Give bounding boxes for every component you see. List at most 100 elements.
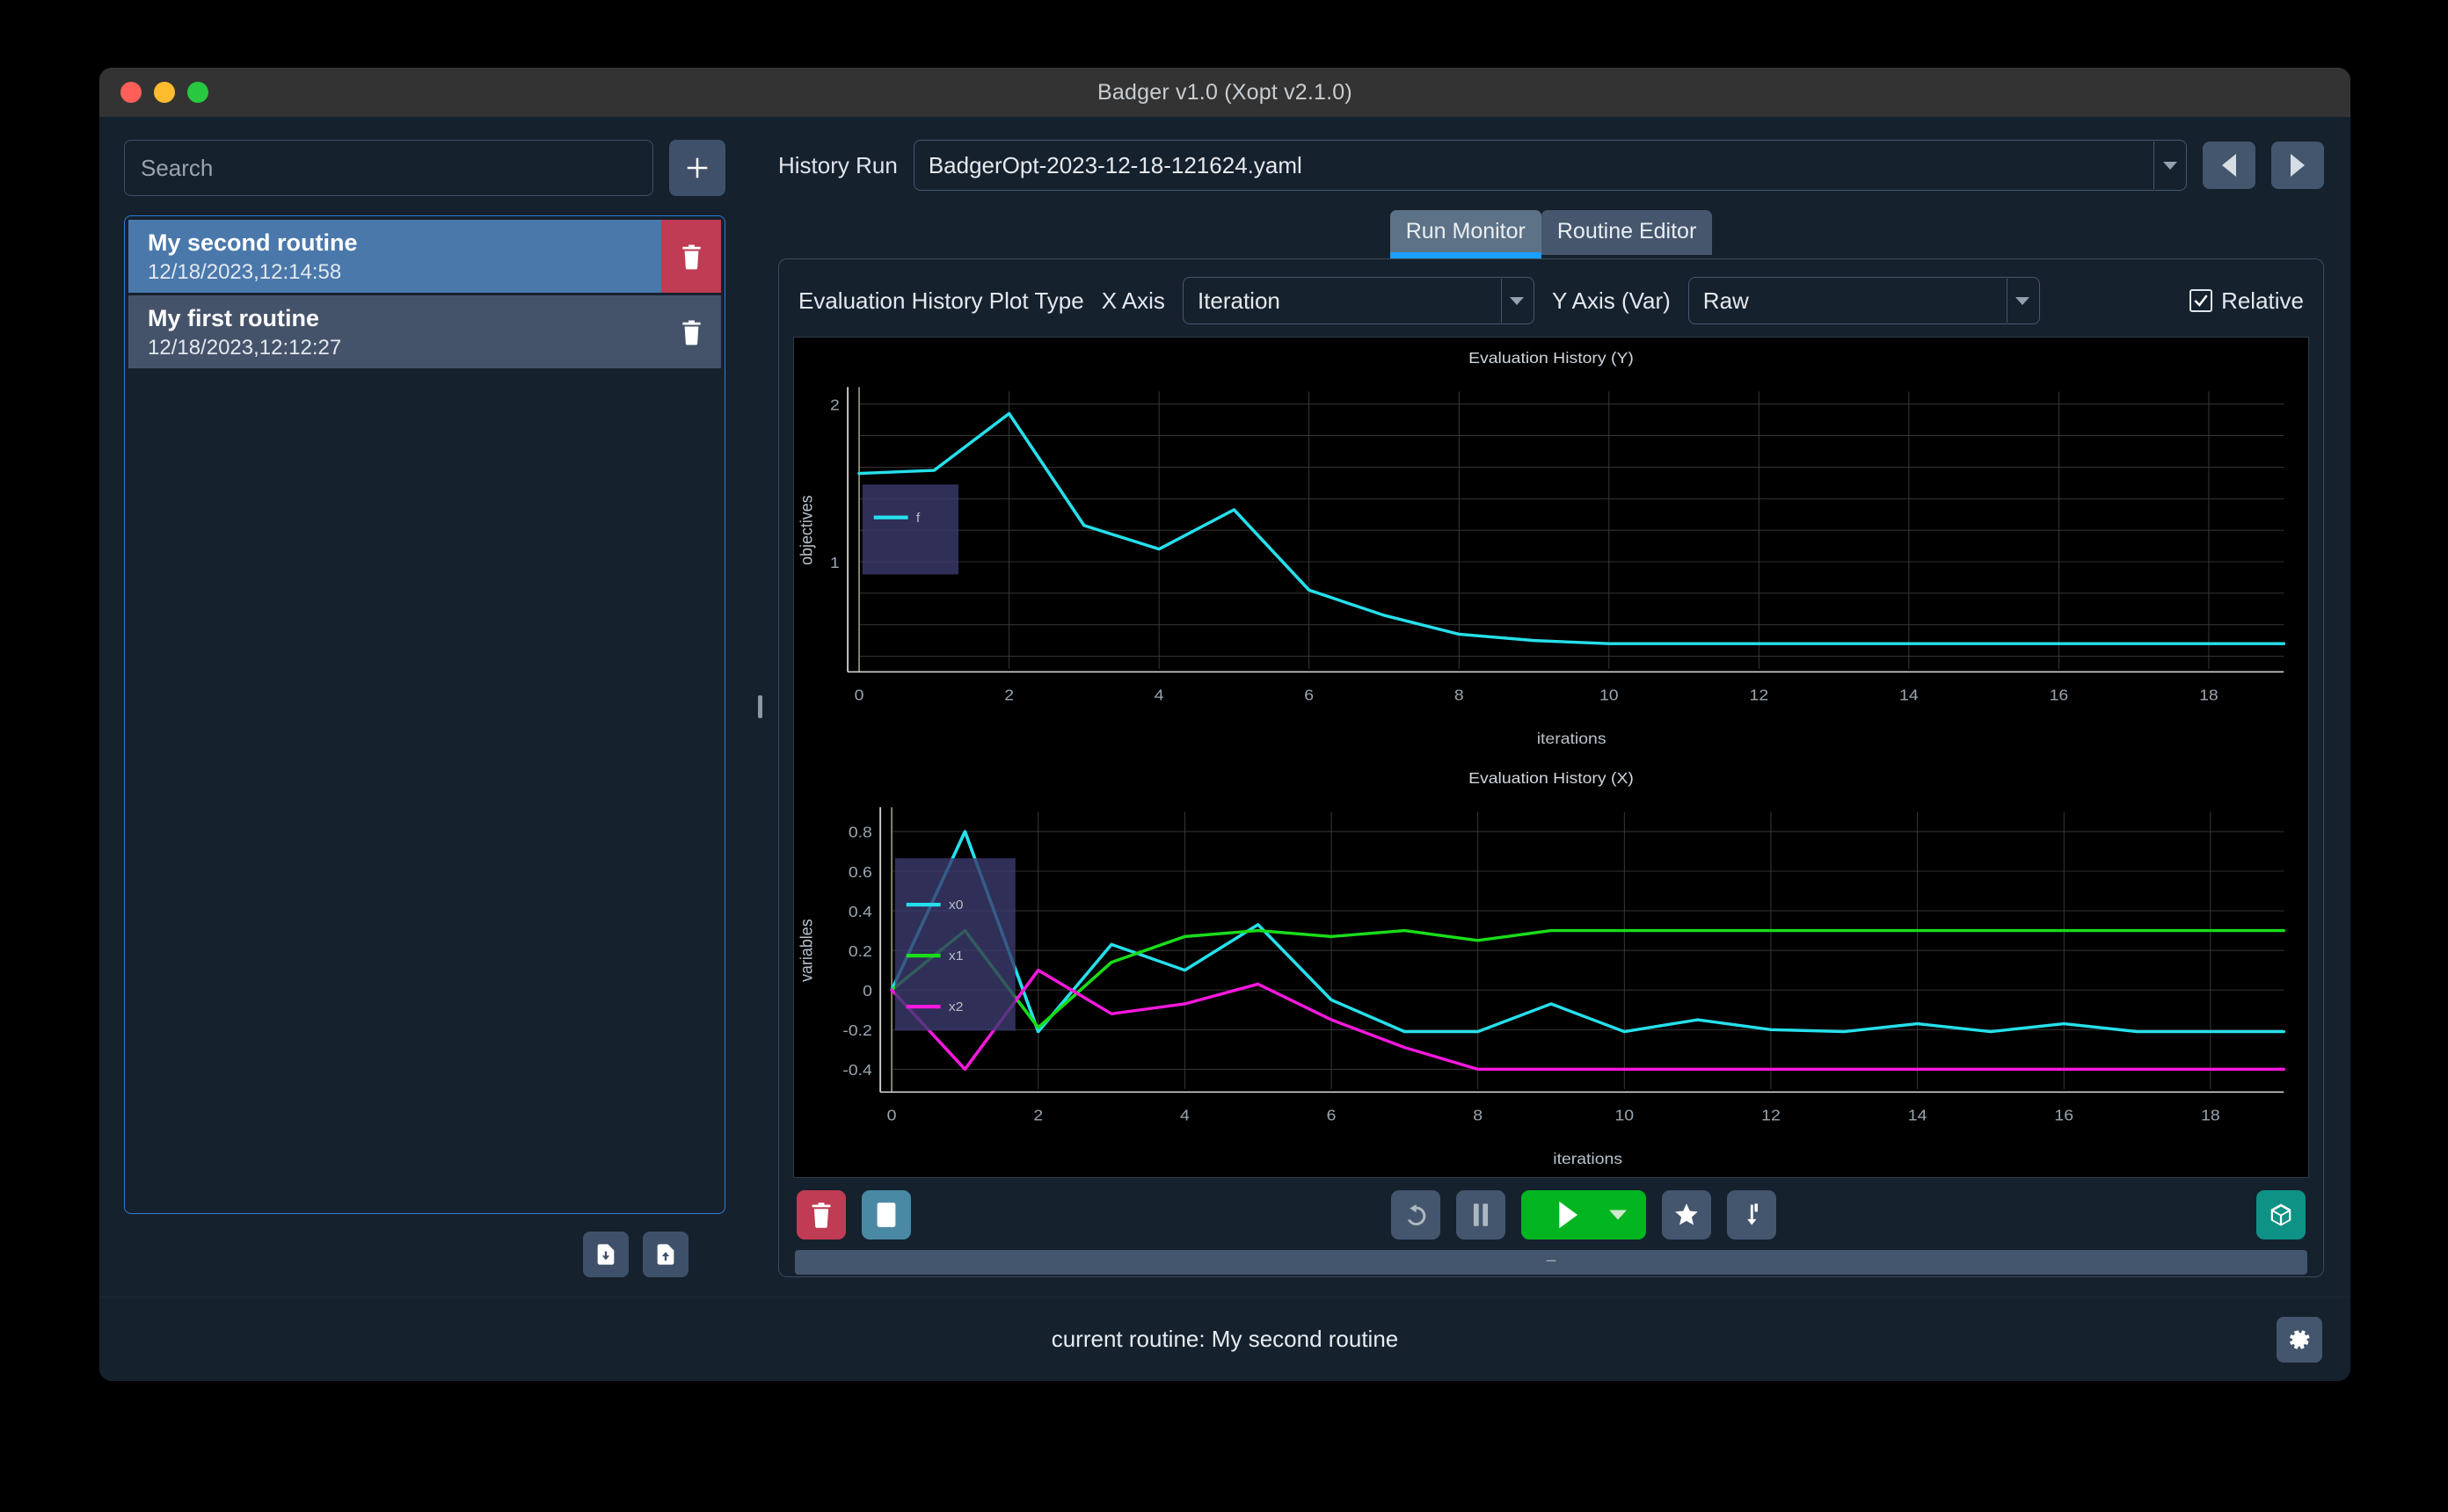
search-row	[124, 140, 725, 196]
history-run-select[interactable]: BadgerOpt-2023-12-18-121624.yaml	[913, 140, 2187, 191]
svg-text:8: 8	[1454, 686, 1464, 703]
trash-icon	[681, 320, 701, 345]
svg-text:2: 2	[1033, 1106, 1043, 1123]
delete-routine-button[interactable]	[661, 295, 721, 368]
plus-icon	[687, 157, 708, 178]
export-routine-button[interactable]	[643, 1232, 688, 1277]
svg-text:6: 6	[1327, 1106, 1337, 1123]
routine-list[interactable]: My second routine 12/18/2023,12:14:58 My…	[124, 215, 725, 1214]
y-axis-label: Y Axis (Var)	[1551, 287, 1671, 314]
svg-text:x0: x0	[949, 898, 964, 912]
routine-list-item[interactable]: My second routine 12/18/2023,12:14:58	[128, 220, 721, 293]
chevron-down-icon[interactable]	[1500, 279, 1533, 323]
settings-button[interactable]	[2277, 1316, 2322, 1363]
svg-text:-0.4: -0.4	[842, 1060, 871, 1078]
svg-text:x2: x2	[949, 1000, 964, 1014]
relative-label: Relative	[2221, 287, 2304, 314]
svg-text:x1: x1	[949, 949, 964, 963]
jump-to-optimum-button[interactable]	[1727, 1190, 1776, 1239]
status-bar: current routine: My second routine	[99, 1297, 2350, 1381]
routine-name: My second routine	[148, 229, 358, 256]
cube-icon	[2270, 1203, 2291, 1226]
run-toolbar	[793, 1178, 2309, 1250]
x-axis-select[interactable]: Iteration	[1182, 277, 1534, 324]
horizontal-scrollbar[interactable]	[795, 1250, 2307, 1275]
svg-text:14: 14	[1899, 686, 1919, 703]
svg-text:0: 0	[863, 981, 872, 999]
window-titlebar: Badger v1.0 (Xopt v2.1.0)	[99, 68, 2350, 117]
plot-controls-row: Evaluation History Plot Type X Axis Iter…	[793, 272, 2309, 337]
add-routine-button[interactable]	[669, 140, 725, 196]
svg-text:16: 16	[2054, 1106, 2073, 1123]
svg-text:Evaluation History (Y): Evaluation History (Y)	[1468, 349, 1634, 367]
app-window: Badger v1.0 (Xopt v2.1.0) My second rout…	[99, 68, 2350, 1381]
history-run-value: BadgerOpt-2023-12-18-121624.yaml	[928, 151, 1302, 178]
arrow-down-into-icon	[1747, 1203, 1758, 1225]
svg-text:variables: variables	[797, 919, 816, 982]
svg-text:2: 2	[1004, 686, 1014, 703]
triangle-right-icon	[2291, 154, 2305, 177]
history-next-button[interactable]	[2271, 142, 2324, 189]
trash-icon	[812, 1203, 831, 1228]
file-upload-icon	[657, 1244, 674, 1265]
svg-text:iterations: iterations	[1553, 1149, 1622, 1167]
search-input[interactable]	[124, 140, 653, 196]
history-run-label: History Run	[778, 151, 898, 178]
y-axis-select[interactable]: Raw	[1687, 277, 2040, 324]
delete-routine-button[interactable]	[661, 220, 721, 293]
favorite-button[interactable]	[1662, 1190, 1711, 1239]
delete-run-button[interactable]	[797, 1190, 846, 1239]
tab-bar: Run Monitor Routine Editor	[778, 210, 2324, 258]
check-icon	[2194, 294, 2208, 307]
evaluation-plots: Evaluation History (Y) 0 2 4 6 8 10 12 14 16 18 1 2 i…	[793, 337, 2309, 1178]
gear-icon	[2290, 1329, 2310, 1349]
routine-date: 12/18/2023,12:12:27	[148, 335, 342, 360]
routine-info: My first routine 12/18/2023,12:12:27	[128, 295, 661, 368]
checkbox-box[interactable]	[2189, 289, 2213, 312]
evaluation-history-y-plot[interactable]: Evaluation History (Y) 0 2 4 6 8 10 12 14 16 18 1 2 i…	[794, 338, 2308, 758]
relative-checkbox[interactable]: Relative	[2189, 287, 2304, 315]
run-log-button[interactable]	[862, 1190, 911, 1239]
reset-button[interactable]	[1391, 1190, 1440, 1239]
tab-routine-editor[interactable]: Routine Editor	[1541, 210, 1713, 255]
svg-text:1: 1	[830, 554, 840, 571]
svg-text:0.2: 0.2	[849, 941, 872, 959]
svg-text:-0.2: -0.2	[842, 1021, 871, 1038]
import-routine-button[interactable]	[583, 1232, 629, 1277]
star-icon	[1675, 1203, 1698, 1225]
run-controls	[1391, 1190, 1776, 1239]
svg-text:10: 10	[1615, 1106, 1635, 1123]
plot-type-label: Evaluation History Plot Type	[798, 287, 1084, 314]
history-prev-button[interactable]	[2203, 142, 2255, 189]
panel-splitter[interactable]	[750, 117, 769, 1297]
pause-button[interactable]	[1456, 1190, 1505, 1239]
routine-list-item[interactable]: My first routine 12/18/2023,12:12:27	[128, 295, 721, 368]
run-button[interactable]	[1521, 1190, 1646, 1239]
svg-text:objectives: objectives	[797, 495, 816, 565]
sidebar-footer	[124, 1232, 725, 1277]
svg-text:16: 16	[2050, 686, 2069, 703]
y-axis-value: Raw	[1702, 287, 1749, 314]
tab-run-monitor[interactable]: Run Monitor	[1389, 210, 1542, 258]
triangle-left-icon	[2222, 154, 2236, 177]
splitter-grip[interactable]	[757, 695, 762, 718]
pause-icon	[1473, 1203, 1489, 1226]
svg-text:4: 4	[1180, 1106, 1190, 1123]
evaluation-history-x-plot[interactable]: Evaluation History (X) 0 2 4 6 8 10 12 14 16 18 -0.…	[794, 758, 2308, 1178]
caret-down-icon[interactable]	[1609, 1210, 1627, 1220]
chevron-down-icon[interactable]	[2153, 142, 2185, 189]
svg-text:6: 6	[1304, 686, 1314, 703]
routine-name: My first routine	[148, 305, 320, 331]
package-button[interactable]	[2256, 1190, 2306, 1239]
current-routine-status: current routine: My second routine	[1051, 1326, 1399, 1352]
svg-text:0: 0	[855, 686, 864, 703]
chevron-down-icon[interactable]	[2006, 279, 2038, 323]
play-icon	[1559, 1201, 1578, 1229]
app-body: My second routine 12/18/2023,12:14:58 My…	[99, 117, 2350, 1297]
svg-text:0.4: 0.4	[849, 902, 872, 920]
window-title: Badger v1.0 (Xopt v2.1.0)	[1097, 79, 1352, 105]
svg-text:4: 4	[1155, 686, 1164, 703]
svg-text:0.6: 0.6	[849, 862, 872, 880]
routine-info: My second routine 12/18/2023,12:14:58	[128, 220, 661, 293]
trash-icon	[681, 244, 701, 269]
